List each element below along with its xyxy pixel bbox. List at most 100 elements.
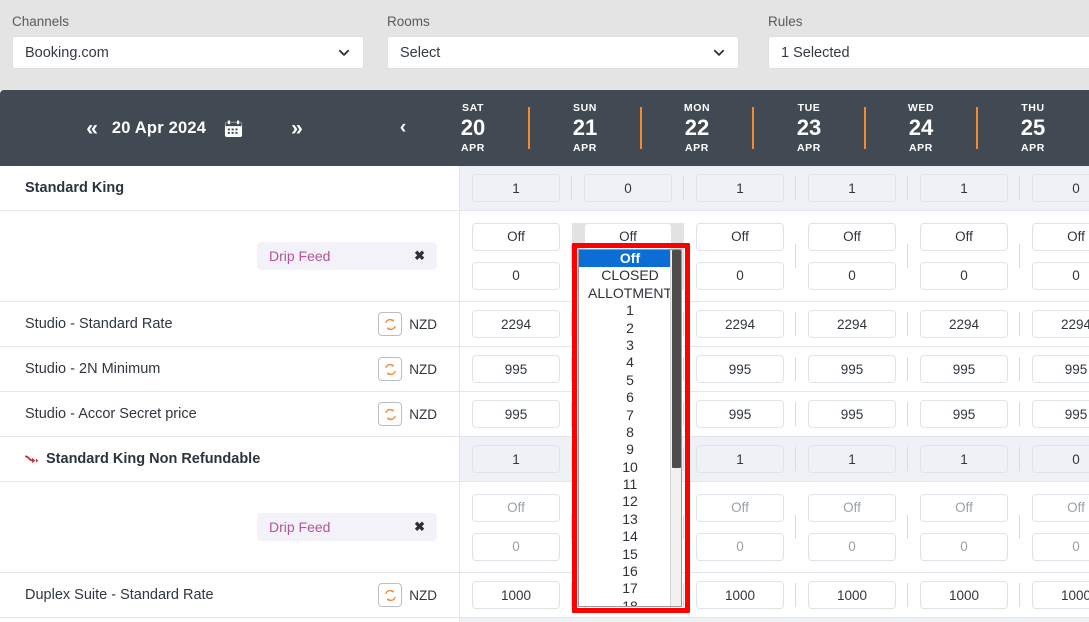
cell-value-input[interactable]: 995 — [920, 400, 1008, 428]
grid-cell[interactable]: 1000 — [684, 581, 796, 609]
grid-cell[interactable]: 995 — [684, 400, 796, 428]
sync-icon[interactable] — [378, 583, 402, 607]
drip-amount-input[interactable]: 0 — [920, 533, 1008, 561]
cell-value-input[interactable]: 1 — [920, 445, 1008, 473]
cell-value-input[interactable]: 1 — [920, 174, 1008, 202]
cell-value-input[interactable]: 995 — [472, 355, 560, 383]
dropdown-option[interactable]: 3 — [579, 337, 681, 354]
grid-cell[interactable]: 1 — [796, 445, 908, 473]
cell-value-input[interactable]: 2294 — [1032, 310, 1089, 338]
drip-status-select[interactable]: Off — [696, 223, 784, 251]
cell-value-input[interactable]: 1 — [472, 174, 560, 202]
grid-cell[interactable]: Off0 — [908, 223, 1020, 290]
day-column-header[interactable]: SAT20APR — [417, 90, 529, 166]
grid-cell[interactable]: 2294 — [684, 310, 796, 338]
grid-cell[interactable]: 1 — [908, 174, 1020, 202]
grid-cell[interactable]: Off 0 — [796, 223, 908, 290]
dropdown-option[interactable]: 2 — [579, 320, 681, 337]
day-column-header[interactable]: THU25APR — [977, 90, 1089, 166]
grid-cell[interactable]: 1 — [460, 445, 572, 473]
grid-cell[interactable]: Off 0 — [460, 494, 572, 561]
grid-cell[interactable]: 1 — [796, 174, 908, 202]
drip-status-select[interactable]: Off — [472, 223, 560, 251]
grid-cell[interactable]: Off 0 — [908, 494, 1020, 561]
sync-icon[interactable] — [378, 402, 402, 426]
drip-status-select[interactable]: Off — [472, 494, 560, 522]
dropdown-option[interactable]: Off — [579, 250, 681, 267]
grid-cell[interactable]: 2294 — [908, 310, 1020, 338]
day-column-header[interactable]: TUE23APR — [753, 90, 865, 166]
cell-value-input[interactable]: 995 — [808, 355, 896, 383]
drip-status-select[interactable]: Off — [808, 223, 896, 251]
grid-cell[interactable]: Off 0 — [684, 223, 796, 290]
drip-status-select[interactable]: Off — [1032, 223, 1089, 251]
grid-cell[interactable]: 995 — [1020, 355, 1089, 383]
cell-value-input[interactable]: 2294 — [808, 310, 896, 338]
cell-value-input[interactable]: 1 — [472, 445, 560, 473]
grid-cell[interactable]: 995 — [460, 355, 572, 383]
grid-cell[interactable]: 995 — [1020, 400, 1089, 428]
grid-cell[interactable]: 1 — [908, 445, 1020, 473]
cell-value-input[interactable]: 1 — [696, 174, 784, 202]
dropdown-option[interactable]: 4 — [579, 354, 681, 371]
drip-amount-input[interactable]: 0 — [808, 533, 896, 561]
sync-icon[interactable] — [378, 312, 402, 336]
grid-cell[interactable]: 2294 — [1020, 310, 1089, 338]
grid-cell[interactable]: 995 — [796, 355, 908, 383]
cell-value-input[interactable]: 1 — [808, 174, 896, 202]
grid-cell[interactable]: Off0 — [796, 494, 908, 561]
drip-status-select[interactable]: Off — [584, 223, 672, 251]
grid-cell[interactable]: 1 — [684, 445, 796, 473]
drip-amount-input[interactable]: 0 — [696, 262, 784, 290]
dropdown-option[interactable]: 17 — [579, 580, 681, 597]
drip-amount-input[interactable]: 0 — [1032, 262, 1089, 290]
dropdown-option[interactable]: 7 — [579, 407, 681, 424]
dropdown-option[interactable]: 16 — [579, 563, 681, 580]
drip-amount-input[interactable]: 0 — [472, 533, 560, 561]
grid-cell[interactable]: 1000 — [460, 581, 572, 609]
dropdown-option[interactable]: 12 — [579, 493, 681, 510]
cell-value-input[interactable]: 995 — [1032, 400, 1089, 428]
day-column-header[interactable]: SUN21APR — [529, 90, 641, 166]
cell-value-input[interactable]: 995 — [696, 355, 784, 383]
drip-amount-input[interactable]: 0 — [1032, 533, 1089, 561]
drip-status-select[interactable]: Off — [920, 223, 1008, 251]
grid-cell[interactable]: 1000 — [796, 581, 908, 609]
close-icon[interactable]: ✖ — [414, 519, 425, 535]
cell-value-input[interactable]: 0 — [1032, 174, 1089, 202]
cell-value-input[interactable]: 995 — [808, 400, 896, 428]
cell-value-input[interactable]: 2294 — [696, 310, 784, 338]
grid-cell[interactable]: 995 — [684, 355, 796, 383]
rooms-select[interactable]: Select — [387, 36, 739, 69]
channels-select[interactable]: Booking.com — [12, 36, 364, 69]
drip-amount-input[interactable]: 0 — [472, 262, 560, 290]
grid-cell[interactable]: 995 — [796, 400, 908, 428]
grid-cell[interactable]: 0 — [572, 174, 684, 202]
dropdown-option[interactable]: 5 — [579, 372, 681, 389]
cell-value-input[interactable]: 1000 — [808, 581, 896, 609]
calendar-icon[interactable] — [224, 119, 243, 138]
dropdown-option[interactable]: 14 — [579, 528, 681, 545]
prev-period-button[interactable]: « — [76, 118, 108, 139]
cell-value-input[interactable]: 2294 — [472, 310, 560, 338]
cell-value-input[interactable]: 2294 — [920, 310, 1008, 338]
dropdown-option-list[interactable]: OffCLOSEDALLOTMENT1234567891011121314151… — [579, 250, 681, 606]
grid-cell[interactable]: 0 — [1020, 445, 1089, 473]
grid-cell[interactable]: 2294 — [796, 310, 908, 338]
cell-value-input[interactable]: 1000 — [472, 581, 560, 609]
rules-select[interactable]: 1 Selected — [768, 36, 1089, 69]
cell-value-input[interactable]: 1000 — [920, 581, 1008, 609]
grid-cell[interactable]: 2294 — [460, 310, 572, 338]
drip-status-select[interactable]: Off — [696, 494, 784, 522]
dropdown-option[interactable]: CLOSED — [579, 267, 681, 284]
drip-amount-input[interactable]: 0 — [808, 262, 896, 290]
close-icon[interactable]: ✖ — [414, 248, 425, 264]
dropdown-option[interactable]: ALLOTMENT — [579, 285, 681, 302]
grid-cell[interactable]: 995 — [460, 400, 572, 428]
cell-value-input[interactable]: 1000 — [696, 581, 784, 609]
drip-status-select[interactable]: Off — [920, 494, 1008, 522]
day-column-header[interactable]: WED24APR — [865, 90, 977, 166]
cell-value-input[interactable]: 995 — [472, 400, 560, 428]
grid-cell[interactable]: 1 — [460, 174, 572, 202]
grid-cell[interactable]: Off0 — [684, 494, 796, 561]
